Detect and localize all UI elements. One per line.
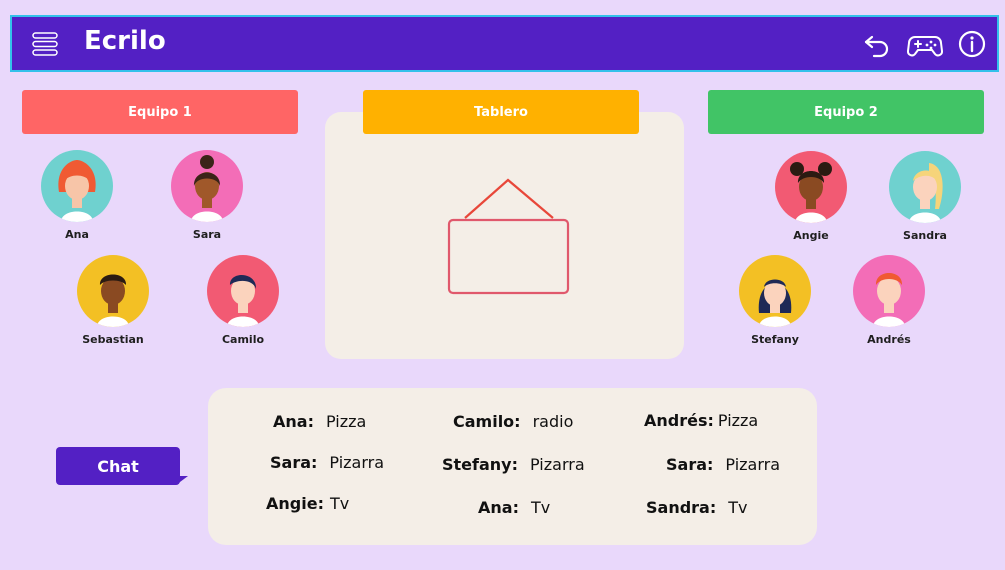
gamepad-icon[interactable]	[907, 29, 943, 59]
player-name: Sara	[192, 228, 222, 241]
player-camilo[interactable]: Camilo	[188, 255, 298, 346]
answer-item: Sandra: Tv	[646, 498, 748, 517]
answer-item: Ana: Pizza	[273, 412, 367, 431]
chat-bubble-tail	[176, 476, 188, 485]
player-sebastian[interactable]: Sebastian	[58, 255, 168, 346]
avatar	[775, 151, 847, 223]
player-name: Sebastian	[82, 333, 144, 346]
board-header[interactable]: Tablero	[363, 90, 639, 134]
team2-header[interactable]: Equipo 2	[708, 90, 984, 134]
answer-item: Angie: Tv	[266, 494, 350, 513]
avatar	[739, 255, 811, 327]
player-angie[interactable]: Angie	[756, 151, 866, 242]
avatar	[889, 151, 961, 223]
undo-icon[interactable]	[862, 29, 892, 59]
answer-item: Andrés: Pizza	[644, 411, 759, 430]
info-icon[interactable]	[957, 29, 987, 59]
avatar	[853, 255, 925, 327]
team1-header[interactable]: Equipo 1	[22, 90, 298, 134]
avatar	[171, 150, 243, 222]
player-stefany[interactable]: Stefany	[720, 255, 830, 346]
player-name: Sandra	[903, 229, 947, 242]
player-andres[interactable]: Andrés	[834, 255, 944, 346]
avatar	[41, 150, 113, 222]
player-name: Angie	[793, 229, 829, 242]
player-name: Ana	[65, 228, 89, 241]
menu-icon[interactable]	[30, 29, 60, 59]
house-drawing	[447, 178, 570, 295]
drawing-board[interactable]	[325, 112, 684, 359]
answer-item: Sara: Pizarra	[270, 453, 385, 472]
player-sandra[interactable]: Sandra	[870, 151, 980, 242]
player-name: Andrés	[867, 333, 911, 346]
app-title: Ecrilo	[84, 26, 166, 56]
top-bar: Ecrilo	[10, 15, 999, 72]
player-name: Camilo	[221, 333, 265, 346]
player-sara[interactable]: Sara	[152, 150, 262, 241]
answer-item: Camilo: radio	[453, 412, 574, 431]
answer-item: Stefany: Pizarra	[442, 455, 585, 474]
avatar	[207, 255, 279, 327]
player-ana[interactable]: Ana	[22, 150, 132, 241]
answers-panel: Ana: Pizza Camilo: radio Andrés: Pizza Sara…	[208, 388, 817, 545]
answer-item: Ana: Tv	[478, 498, 551, 517]
answer-item: Sara: Pizarra	[666, 455, 781, 474]
chat-button[interactable]: Chat	[56, 447, 180, 485]
player-name: Stefany	[751, 333, 799, 346]
avatar	[77, 255, 149, 327]
